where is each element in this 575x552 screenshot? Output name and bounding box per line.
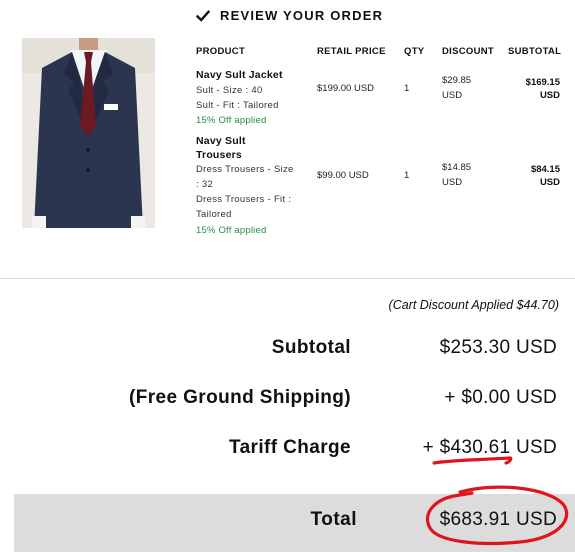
total-value: $683.91 USD xyxy=(439,509,557,530)
item-offer: 15% Off applied xyxy=(196,115,267,126)
item-retail-price: $99.00 USD xyxy=(317,170,369,181)
item-size: Dress Trousers - Size xyxy=(196,164,294,175)
item-offer: 15% Off applied xyxy=(196,225,267,236)
item-fit: Sult - Fit : Tailored xyxy=(196,100,279,111)
item-subtotal-currency: USD xyxy=(539,90,560,101)
col-header-discount: DISCOUNT xyxy=(442,46,495,57)
subtotal-label: Subtotal xyxy=(271,337,351,358)
section-divider xyxy=(0,278,575,279)
shipping-label: (Free Ground Shipping) xyxy=(128,387,351,408)
col-header-qty: QTY xyxy=(404,46,425,57)
cart-discount-note: (Cart Discount Applied $44.70) xyxy=(388,298,559,312)
item-fit: Dress Trousers - Fit : xyxy=(196,194,292,205)
tariff-value: + $430.61 USD xyxy=(422,437,557,458)
item-name-line2: Trousers xyxy=(196,149,242,161)
col-header-product: PRODUCT xyxy=(196,46,246,57)
item-subtotal: $169.15 xyxy=(525,77,560,88)
col-header-retail-price: RETAIL PRICE xyxy=(317,46,386,57)
subtotal-value: $253.30 USD xyxy=(439,337,557,358)
product-image xyxy=(22,38,155,228)
item-subtotal-currency: USD xyxy=(539,177,560,188)
item-retail-price: $199.00 USD xyxy=(317,83,375,94)
item-name: Navy Sult Jacket xyxy=(196,69,283,81)
checkmark-icon xyxy=(196,9,210,22)
item-discount-currency: USD xyxy=(442,90,463,101)
col-header-subtotal: SUBTOTAL xyxy=(508,46,562,57)
item-discount-currency: USD xyxy=(442,177,463,188)
item-size: Sult - Size : 40 xyxy=(196,85,263,96)
item-name: Navy Sult xyxy=(196,135,246,147)
tariff-label: Tariff Charge xyxy=(228,437,351,458)
review-order-header: REVIEW YOUR ORDER xyxy=(196,8,383,23)
item-discount: $29.85 xyxy=(442,75,472,86)
item-size-value: : 32 xyxy=(196,179,214,190)
total-label: Total xyxy=(310,509,357,530)
item-subtotal: $84.15 xyxy=(530,164,560,175)
item-discount: $14.85 xyxy=(442,162,472,173)
item-qty: 1 xyxy=(404,83,410,94)
section-title: REVIEW YOUR ORDER xyxy=(220,8,384,23)
shipping-value: + $0.00 USD xyxy=(444,387,557,408)
item-fit-value: Tailored xyxy=(196,209,232,220)
item-qty: 1 xyxy=(404,170,410,181)
